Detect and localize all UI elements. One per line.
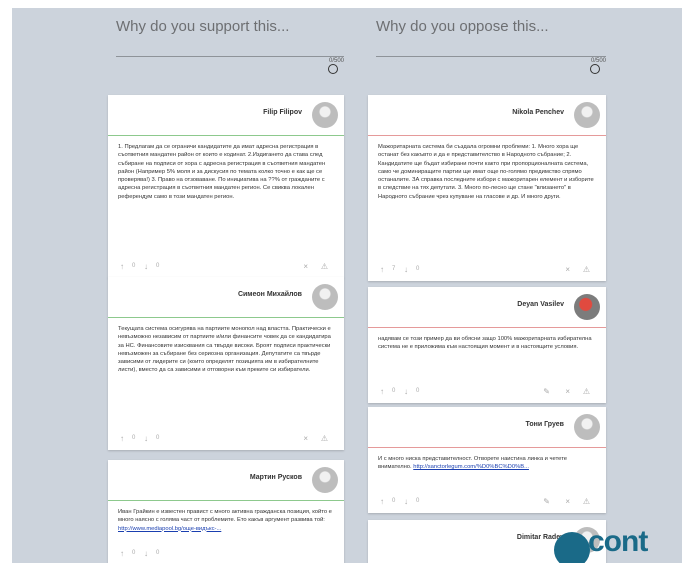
upvote-icon[interactable]: ↑ (120, 434, 124, 443)
downvote-icon[interactable]: ↓ (144, 262, 148, 271)
argument-card: Мартин Русков Иван Грайкин е известен пр… (108, 460, 344, 563)
close-icon[interactable]: × (565, 265, 570, 274)
logo-text: cont (588, 525, 648, 558)
argument-card: Симеон Михайлов Текущата система осигуря… (108, 277, 344, 450)
avatar (574, 102, 600, 128)
upvote-icon[interactable]: ↑ (380, 387, 384, 396)
author-name: Deyan Vasilev (517, 301, 564, 308)
support-char-counter: 0/500 (328, 58, 344, 64)
argument-card: Тони Груев И с много ниска представителн… (368, 407, 606, 513)
upvote-count: 0 (132, 435, 136, 441)
avatar (574, 414, 600, 440)
support-input[interactable]: Why do you support this... (116, 18, 344, 38)
flag-icon[interactable]: ⚠ (583, 497, 590, 506)
author-name: Тони Груев (525, 421, 564, 428)
flag-icon[interactable]: ⚠ (583, 387, 590, 396)
debate-board: Why do you support this... 0/500 Filip F… (12, 8, 682, 563)
upvote-count: 0 (132, 550, 136, 556)
downvote-count: 0 (416, 266, 420, 272)
upvote-count: 0 (132, 263, 136, 269)
downvote-icon[interactable]: ↓ (144, 549, 148, 558)
close-icon[interactable]: × (303, 262, 308, 271)
downvote-count: 0 (156, 435, 160, 441)
support-column: Why do you support this... 0/500 Filip F… (108, 8, 344, 563)
close-icon[interactable]: × (303, 434, 308, 443)
downvote-count: 0 (156, 550, 160, 556)
flag-icon[interactable]: ⚠ (321, 262, 328, 271)
argument-link[interactable]: http://sanctorlegum.com/%D0%BC%D0%B... (413, 464, 529, 470)
support-input-underline (116, 56, 344, 57)
downvote-count: 0 (416, 388, 420, 394)
logo-mark (554, 532, 590, 563)
downvote-icon[interactable]: ↓ (404, 497, 408, 506)
close-icon[interactable]: × (565, 497, 570, 506)
upvote-count: 0 (392, 498, 396, 504)
upvote-icon[interactable]: ↑ (120, 549, 124, 558)
avatar (312, 284, 338, 310)
author-name: Симеон Михайлов (237, 291, 302, 298)
upvote-icon[interactable]: ↑ (380, 265, 384, 274)
upvote-icon[interactable]: ↑ (380, 497, 384, 506)
upvote-icon[interactable]: ↑ (120, 262, 124, 271)
downvote-icon[interactable]: ↓ (404, 265, 408, 274)
argument-text: Иван Грайкин е известен правист с много … (118, 509, 332, 524)
support-submit-icon[interactable] (328, 64, 338, 74)
oppose-submit-icon[interactable] (590, 64, 600, 74)
argument-card: Filip Filipov 1. Предлагам да се огранич… (108, 95, 344, 278)
upvote-count: 0 (392, 388, 396, 394)
downvote-count: 0 (156, 263, 160, 269)
author-name: Мартин Русков (249, 474, 302, 481)
oppose-input[interactable]: Why do you oppose this... (376, 18, 606, 38)
close-icon[interactable]: × (565, 387, 570, 396)
avatar (312, 102, 338, 128)
avatar (574, 294, 600, 320)
author-name: Nikola Penchev (512, 109, 564, 116)
author-name: Filip Filipov (263, 109, 302, 116)
oppose-column: Why do you oppose this... 0/500 Nikola P… (368, 8, 606, 563)
flag-icon[interactable]: ⚠ (321, 434, 328, 443)
argument-link[interactable]: http://www.mediapool.bg/още-видъкс-... (118, 526, 221, 532)
oppose-char-counter: 0/500 (590, 58, 606, 64)
downvote-icon[interactable]: ↓ (144, 434, 148, 443)
argument-text: надявам се този пример да ви обясни защо… (378, 336, 592, 351)
argument-text: Мажоритарната система би създала огромни… (378, 144, 594, 200)
brand-logo: cont (548, 524, 694, 563)
argument-card: Nikola Penchev Мажоритарната система би … (368, 95, 606, 281)
flag-icon[interactable]: ⚠ (583, 265, 590, 274)
avatar (312, 467, 338, 493)
upvote-count: 7 (392, 266, 396, 272)
argument-text: 1. Предлагам да се ограничи кандидатите … (118, 144, 326, 200)
edit-icon[interactable]: ✎ (543, 497, 550, 506)
argument-text: Текущата система осигурява на партиите м… (118, 326, 331, 374)
edit-icon[interactable]: ✎ (543, 387, 550, 396)
downvote-icon[interactable]: ↓ (404, 387, 408, 396)
argument-card: Deyan Vasilev надявам се този пример да … (368, 287, 606, 403)
oppose-input-underline (376, 56, 606, 57)
downvote-count: 0 (416, 498, 420, 504)
